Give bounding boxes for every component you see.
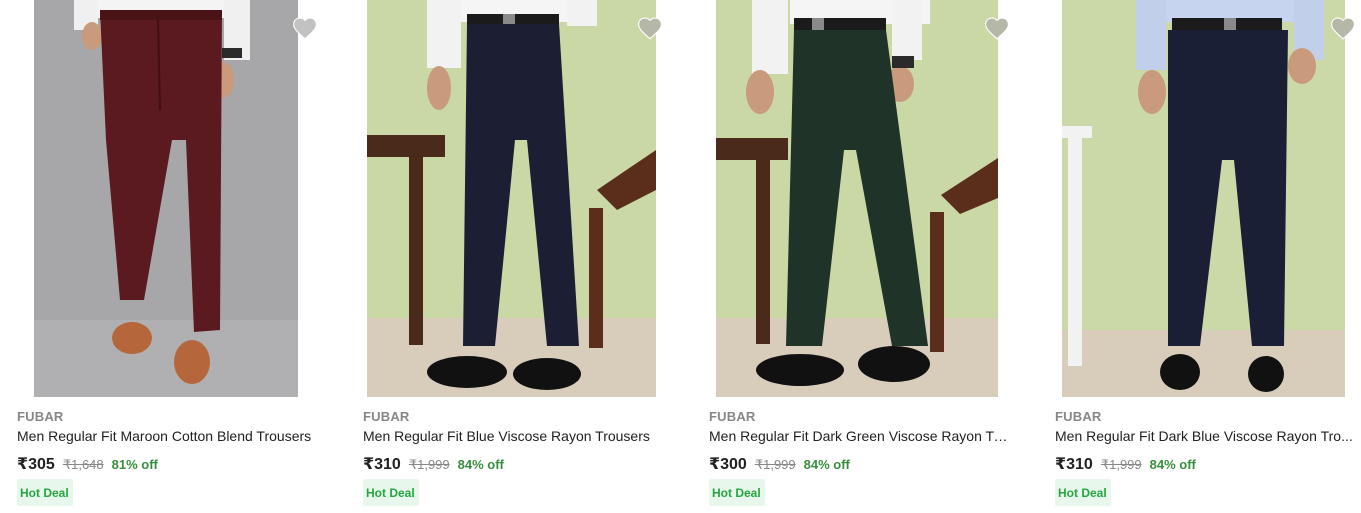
price-row: ₹300 ₹1,999 84% off [709,454,850,474]
original-price: ₹1,648 [62,457,104,472]
product-brand: FUBAR [1055,409,1102,424]
product-title[interactable]: Men Regular Fit Dark Blue Viscose Rayon … [1055,428,1355,444]
wishlist-button[interactable] [1329,14,1357,42]
selling-price: ₹300 [709,456,747,473]
heart-icon [638,17,662,40]
product-title[interactable]: Men Regular Fit Dark Green Viscose Rayon… [709,428,1009,444]
original-price: ₹1,999 [754,457,796,472]
heart-icon [985,17,1009,40]
product-card[interactable]: FUBAR Men Regular Fit Dark Blue Viscose … [1055,0,1361,513]
product-brand: FUBAR [709,409,756,424]
product-card[interactable]: FUBAR Men Regular Fit Maroon Cotton Blen… [17,0,355,513]
product-grid: FUBAR Men Regular Fit Maroon Cotton Blen… [0,0,1361,513]
selling-price: ₹310 [363,456,401,473]
wishlist-button[interactable] [983,14,1011,42]
price-row: ₹305 ₹1,648 81% off [17,454,158,474]
product-photo [367,0,656,397]
product-brand: FUBAR [17,409,64,424]
hot-deal-badge: Hot Deal [1055,479,1111,506]
product-photo [34,0,298,397]
product-image[interactable] [716,0,998,397]
discount-percent: 84% off [457,457,504,472]
original-price: ₹1,999 [408,457,450,472]
selling-price: ₹310 [1055,456,1093,473]
heart-icon [293,17,317,40]
product-image[interactable] [367,0,656,397]
product-brand: FUBAR [363,409,410,424]
product-card[interactable]: FUBAR Men Regular Fit Dark Green Viscose… [709,0,1047,513]
product-image[interactable] [34,0,298,397]
discount-percent: 81% off [111,457,158,472]
product-title[interactable]: Men Regular Fit Maroon Cotton Blend Trou… [17,428,317,444]
hot-deal-badge: Hot Deal [363,479,419,506]
heart-icon [1331,17,1355,40]
product-photo [716,0,998,397]
product-image[interactable] [1062,0,1345,397]
hot-deal-badge: Hot Deal [709,479,765,506]
product-photo [1062,0,1345,397]
wishlist-button[interactable] [291,14,319,42]
discount-percent: 84% off [803,457,850,472]
wishlist-button[interactable] [636,14,664,42]
product-title[interactable]: Men Regular Fit Blue Viscose Rayon Trous… [363,428,663,444]
selling-price: ₹305 [17,456,55,473]
original-price: ₹1,999 [1100,457,1142,472]
price-row: ₹310 ₹1,999 84% off [1055,454,1196,474]
discount-percent: 84% off [1149,457,1196,472]
hot-deal-badge: Hot Deal [17,479,73,506]
price-row: ₹310 ₹1,999 84% off [363,454,504,474]
product-card[interactable]: FUBAR Men Regular Fit Blue Viscose Rayon… [363,0,701,513]
